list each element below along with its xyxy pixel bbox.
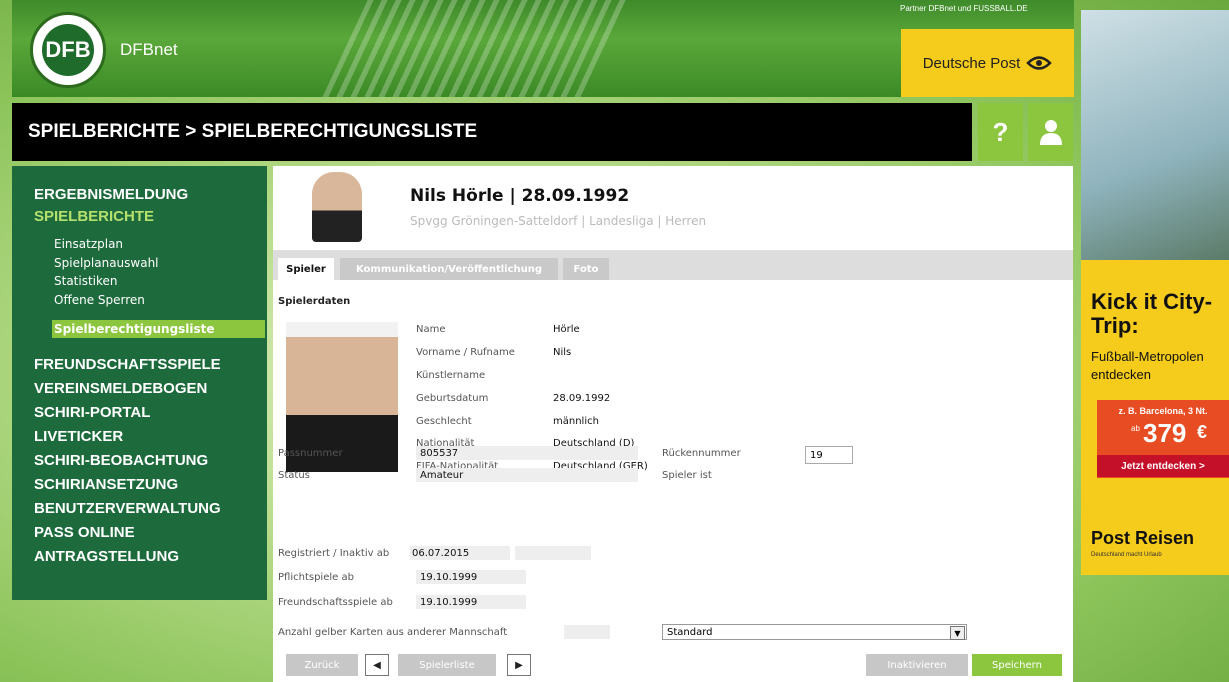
registriert-label: Registriert / Inaktiv ab: [278, 548, 390, 559]
pflichtspiele-label: Pflichtspiele ab: [278, 572, 354, 583]
detail-value: Nils: [553, 347, 572, 358]
nav-schiri-beobachtung[interactable]: SCHIRI-BEOBACHTUNG: [34, 452, 208, 469]
nav-benutzerverwaltung[interactable]: BENUTZERVERWALTUNG: [34, 500, 221, 517]
gelbe-karten-select[interactable]: Standard ▼: [662, 624, 967, 640]
ad-subtitle: Fußball-Metropolen entdecken: [1091, 349, 1204, 382]
ad-cta-button[interactable]: Jetzt entdecken >: [1097, 455, 1229, 477]
user-icon: [1039, 120, 1062, 145]
gelbe-karten-field[interactable]: [564, 625, 610, 639]
save-button[interactable]: Speichern: [972, 654, 1062, 676]
page-title: SPIELBERICHTE > SPIELBERECHTIGUNGSLISTE: [12, 103, 972, 161]
nav-schiri-portal[interactable]: SCHIRI-PORTAL: [34, 404, 150, 421]
brand-name: DFBnet: [120, 40, 178, 59]
nav-spielberechtigungsliste[interactable]: Spielberechtigungsliste: [54, 322, 215, 336]
section-title: Spielerdaten: [278, 296, 351, 307]
nav-vereinsmeldebogen[interactable]: VEREINSMELDEBOGEN: [34, 380, 207, 397]
detail-label: Geburtsdatum: [416, 393, 489, 404]
detail-value: Hörle: [553, 324, 580, 335]
prev-button[interactable]: ◀: [365, 654, 389, 676]
dfb-logo-text: DFB: [42, 24, 94, 76]
tab-spieler[interactable]: Spieler: [278, 258, 334, 280]
detail-label: Name: [416, 324, 446, 335]
sidebar-nav: ERGEBNISMELDUNG SPIELBERICHTE Einsatzpla…: [12, 166, 267, 600]
passnummer-label: Passnummer: [278, 448, 343, 459]
player-thumbnail: [312, 172, 362, 242]
registriert-value: 06.07.2015: [412, 548, 470, 559]
nav-freundschaftsspiele[interactable]: FREUNDSCHAFTSSPIELE: [34, 356, 221, 373]
select-value: Standard: [667, 626, 713, 638]
inaktiv-field: [515, 546, 591, 560]
nav-einsatzplan[interactable]: Einsatzplan: [54, 237, 123, 251]
nav-liveticker[interactable]: LIVETICKER: [34, 428, 123, 445]
ad-currency: €: [1197, 422, 1208, 442]
ad-price: 379: [1143, 418, 1187, 448]
ad-brand: Post Reisen: [1091, 528, 1195, 548]
nav-ergebnismeldung[interactable]: ERGEBNISMELDUNG: [34, 186, 188, 203]
nav-offene-sperren[interactable]: Offene Sperren: [54, 293, 145, 307]
detail-label: Künstlername: [416, 370, 486, 381]
partner-text: Partner DFBnet und FUSSBALL.DE: [900, 4, 1028, 13]
user-menu-button[interactable]: [1028, 103, 1073, 161]
status-label: Status: [278, 470, 310, 481]
detail-value: 28.09.1992: [553, 393, 611, 404]
gelbe-karten-label: Anzahl gelber Karten aus anderer Mannsch…: [278, 627, 508, 638]
pflichtspiele-value: 19.10.1999: [420, 572, 478, 583]
question-icon: ?: [992, 116, 1009, 147]
rueckennummer-label: Rückennummer: [662, 448, 741, 459]
back-button[interactable]: Zurück: [286, 654, 358, 676]
detail-value: männlich: [553, 416, 599, 427]
tab-foto[interactable]: Foto: [563, 258, 609, 280]
nav-spielberichte[interactable]: SPIELBERICHTE: [34, 208, 154, 225]
deactivate-button[interactable]: Inaktivieren: [866, 654, 968, 676]
post-horn-icon: [1026, 56, 1053, 70]
sponsor-deutsche-post[interactable]: Deutsche Post: [901, 29, 1074, 97]
freundschaftsspiele-label: Freundschaftsspiele ab: [278, 597, 393, 608]
ad-price-prefix: ab: [1131, 424, 1140, 433]
chevron-down-icon: ▼: [950, 626, 965, 640]
rueckennummer-input[interactable]: 19: [805, 446, 853, 464]
dfb-logo[interactable]: DFB: [30, 12, 106, 88]
nav-antragstellung[interactable]: ANTRAGSTELLUNG: [34, 548, 179, 565]
tab-kommunikation[interactable]: Kommunikation/Veröffentlichung: [340, 258, 558, 280]
status-value: Amateur: [420, 470, 464, 481]
passnummer-value: 805537: [420, 448, 459, 459]
ad-title: Kick it City-Trip:: [1091, 289, 1213, 338]
freundschaftsspiele-value: 19.10.1999: [420, 597, 478, 608]
next-button[interactable]: ▶: [507, 654, 531, 676]
nav-statistiken[interactable]: Statistiken: [54, 274, 118, 288]
player-headline: Nils Hörle | 28.09.1992: [410, 186, 630, 206]
spieler-ist-label: Spieler ist: [662, 470, 712, 481]
help-button[interactable]: ?: [978, 103, 1023, 161]
triangle-left-icon: ◀: [373, 659, 381, 671]
triangle-right-icon: ▶: [515, 659, 523, 671]
ad-slogan: Deutschland macht Urlaub: [1091, 552, 1162, 558]
detail-label: Vorname / Rufname: [416, 347, 515, 358]
detail-label: Geschlecht: [416, 416, 472, 427]
ad-photo: [1081, 10, 1229, 260]
nav-schiriansetzung[interactable]: SCHIRIANSETZUNG: [34, 476, 178, 493]
player-club-line: Spvgg Gröningen-Satteldorf | Landesliga …: [410, 214, 707, 228]
sponsor-label: Deutsche Post: [922, 54, 1021, 72]
spielerliste-button[interactable]: Spielerliste: [398, 654, 496, 676]
nav-pass-online[interactable]: PASS ONLINE: [34, 524, 135, 541]
ad-example: z. B. Barcelona, 3 Nt.: [1118, 406, 1208, 416]
nav-spielplanauswahl[interactable]: Spielplanauswahl: [54, 256, 159, 270]
